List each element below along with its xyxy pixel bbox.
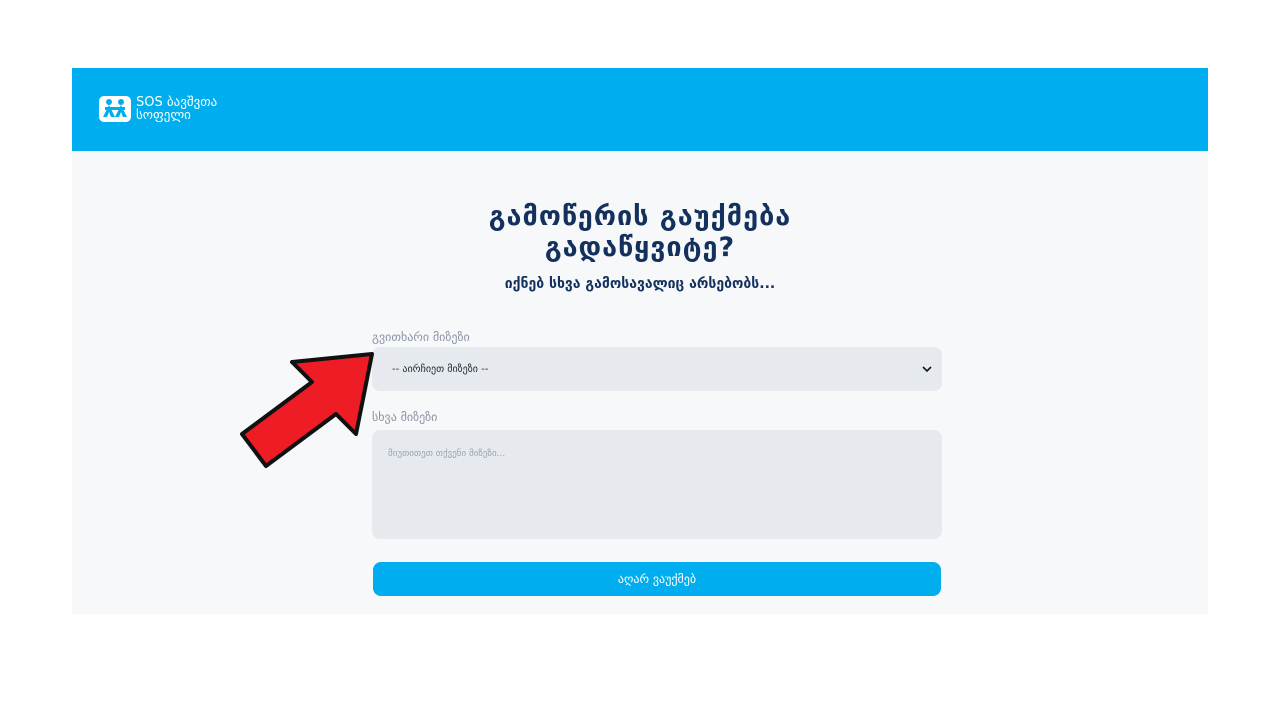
reason-label: გვითხარი მიზეზი bbox=[372, 330, 470, 344]
reason-select-value: -- აირჩიეთ მიზეზი -- bbox=[392, 363, 489, 375]
logo-text: SOS ბავშვთა სოფელი bbox=[136, 96, 217, 122]
page-title-line-1: გამოწერის გაუქმება bbox=[488, 201, 792, 232]
page-title: გამოწერის გაუქმება გადაწყვიტე? bbox=[72, 201, 1208, 263]
logo[interactable]: SOS ბავშვთა სოფელი bbox=[98, 95, 217, 123]
page-title-line-2: გადაწყვიტე? bbox=[544, 232, 736, 263]
red-arrow-icon bbox=[240, 352, 374, 468]
page-frame: SOS ბავშვთა სოფელი გამოწერის გაუქმება გა… bbox=[72, 68, 1208, 614]
chevron-down-icon bbox=[922, 366, 932, 373]
sos-children-logo-icon bbox=[99, 96, 131, 122]
keep-subscription-button[interactable]: აღარ ვაუქმებ bbox=[373, 562, 941, 596]
page-subtitle: იქნებ სხვა გამოსავალიც არსებობს... bbox=[504, 276, 776, 292]
reason-select[interactable]: -- აირჩიეთ მიზეზი -- bbox=[372, 347, 942, 391]
logo-line-2: სოფელი bbox=[136, 108, 191, 123]
other-reason-placeholder: მიუთითეთ თქვენი მიზეზი... bbox=[388, 449, 506, 459]
header-bar: SOS ბავშვთა სოფელი bbox=[72, 68, 1208, 151]
other-reason-textarea[interactable]: მიუთითეთ თქვენი მიზეზი... bbox=[372, 430, 942, 539]
